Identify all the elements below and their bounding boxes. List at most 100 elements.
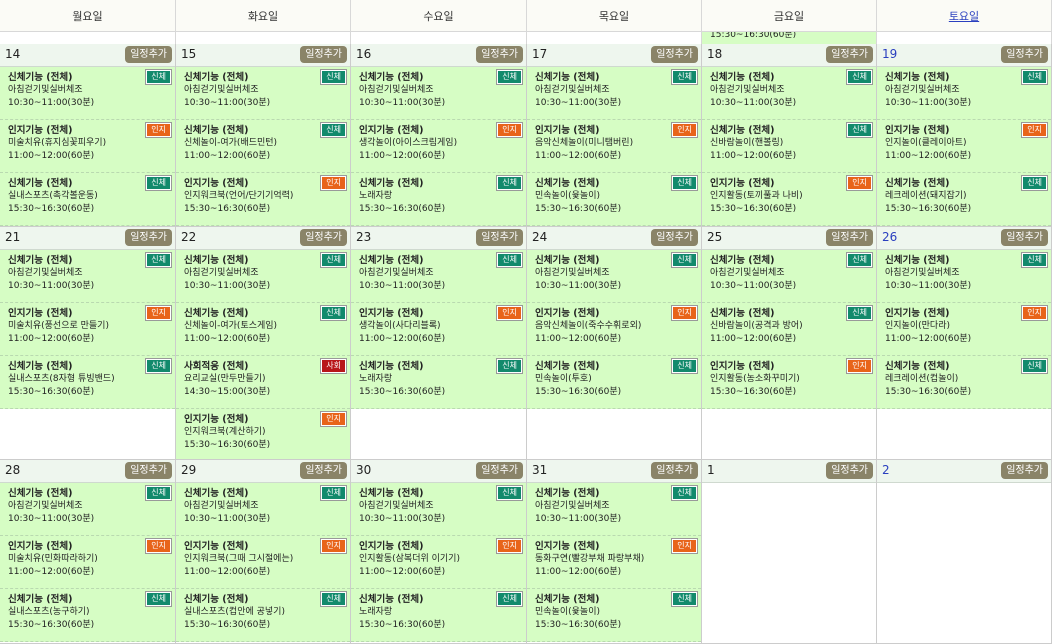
schedule-event[interactable]: 신체기능 (전체) 신체 실내스포츠(8자형 튜빙밴드) 15:30~16:30(60… — [0, 356, 175, 409]
schedule-event[interactable]: 인지기능 (전체) 인지 인지활동(삼복더위 이기기) 11:00~12:00(60분… — [351, 536, 526, 589]
schedule-event[interactable]: 인지기능 (전체) 인지 생각놀이(사다리블록) 11:00~12:00(60분) — [351, 303, 526, 356]
add-schedule-button[interactable]: 일정추가 — [651, 462, 698, 479]
category-badge: 신체 — [496, 252, 523, 268]
category-badge: 인지 — [1021, 305, 1048, 321]
event-program: 음악신체놀이(미니탬버린) — [535, 138, 634, 148]
schedule-event[interactable]: 신체기능 (전체) 신체 신체놀이-여가(토스게임) 11:00~12:00(60분) — [176, 303, 350, 356]
schedule-event[interactable]: 신체기능 (전체) 신체 아침걷기및실버체조 10:30~11:00(30분) — [0, 250, 175, 303]
weekday-5[interactable]: 토요일 — [877, 0, 1052, 31]
schedule-event[interactable]: 신체기능 (전체) 신체 아침걷기및실버체조 10:30~11:00(30분) — [527, 483, 701, 536]
category-badge: 신체 — [671, 252, 698, 268]
schedule-event[interactable]: 신체기능 (전체) 신체 아침걷기및실버체조 10:30~11:00(30분) — [527, 67, 701, 120]
add-schedule-button[interactable]: 일정추가 — [125, 46, 172, 63]
day-cell[interactable]: 1 일정추가 — [702, 460, 877, 644]
add-schedule-button[interactable]: 일정추가 — [1001, 229, 1048, 246]
schedule-event[interactable]: 인지기능 (전체) 인지 인지워크북(그때 그시절에는) 11:00~12:00(60… — [176, 536, 350, 589]
event-program: 미술치유(민화따라하기) — [8, 554, 98, 564]
schedule-event[interactable]: 신체기능 (전체) 신체 아침걷기및실버체조 10:30~11:00(30분) — [877, 67, 1051, 120]
schedule-event[interactable]: 인지기능 (전체) 인지 미술치유(민화따라하기) 11:00~12:00(60분) — [0, 536, 175, 589]
day-cell[interactable]: 19 일정추가 신체기능 (전체) 신체 아침걷기및실버체조 10:30~11:00(30… — [877, 44, 1052, 227]
schedule-event[interactable]: 신체기능 (전체) 신체 레크레이션(돼지잡기) 15:30~16:30(60분) — [877, 173, 1051, 226]
schedule-event[interactable]: 인지기능 (전체) 인지 인지놀이(만다라) 11:00~12:00(60분) — [877, 303, 1051, 356]
schedule-event[interactable]: 신체기능 (전체) 신체 아침걷기및실버체조 10:30~11:00(30분) — [176, 67, 350, 120]
event-program: 인지워크북(계산하기) — [184, 427, 266, 437]
category-badge: 인지 — [145, 305, 172, 321]
schedule-event[interactable]: 신체기능 (전체) 신체 신바람놀이(핸볼링) 11:00~12:00(60분) — [702, 120, 876, 173]
add-schedule-button[interactable]: 일정추가 — [476, 229, 523, 246]
schedule-event[interactable]: 인지기능 (전체) 인지 음악신체놀이(죽수수휘로외) 11:00~12:00(60분… — [527, 303, 701, 356]
schedule-event[interactable]: 신체기능 (전체) 신체 아침걷기및실버체조 10:30~11:00(30분) — [877, 250, 1051, 303]
schedule-event[interactable]: 신체기능 (전체) 신체 아침걷기및실버체조 10:30~11:00(30분) — [176, 483, 350, 536]
day-cell[interactable]: 25 일정추가 신체기능 (전체) 신체 아침걷기및실버체조 10:30~11:00(30… — [702, 227, 877, 460]
schedule-event[interactable]: 신체기능 (전체) 신체 신체놀이-여가(배드민턴) 11:00~12:00(60분) — [176, 120, 350, 173]
add-schedule-button[interactable]: 일정추가 — [1001, 46, 1048, 63]
schedule-event[interactable]: 신체기능 (전체) 신체 아침걷기및실버체조 10:30~11:00(30분) — [351, 250, 526, 303]
schedule-event[interactable]: 신체기능 (전체) 신체 레크레이션(컵놀이) 15:30~16:30(60분) — [877, 356, 1051, 409]
day-cell[interactable]: 29 일정추가 신체기능 (전체) 신체 아침걷기및실버체조 10:30~11:00(30… — [176, 460, 351, 644]
add-schedule-button[interactable]: 일정추가 — [476, 46, 523, 63]
add-schedule-button[interactable]: 일정추가 — [476, 462, 523, 479]
add-schedule-button[interactable]: 일정추가 — [826, 229, 873, 246]
day-cell[interactable]: 16 일정추가 신체기능 (전체) 신체 아침걷기및실버체조 10:30~11:00(30… — [351, 44, 527, 227]
schedule-event[interactable]: 인지기능 (전체) 인지 생각놀이(아이스크림게임) 11:00~12:00(60분) — [351, 120, 526, 173]
schedule-event[interactable]: 신체기능 (전체) 신체 노래자랑 15:30~16:30(60분) — [351, 173, 526, 226]
add-schedule-button[interactable]: 일정추가 — [651, 229, 698, 246]
schedule-event[interactable]: 신체기능 (전체) 신체 아침걷기및실버체조 10:30~11:00(30분) — [0, 483, 175, 536]
day-number: 26 — [882, 230, 898, 244]
schedule-event[interactable]: 인지기능 (전체) 인지 인지워크북(언어/단기기억력) 15:30~16:30(60… — [176, 173, 350, 226]
day-cell[interactable]: 24 일정추가 신체기능 (전체) 신체 아침걷기및실버체조 10:30~11:00(30… — [527, 227, 702, 460]
schedule-event[interactable]: 인지기능 (전체) 인지 인지활동(토끼풀과 나비) 15:30~16:30(60분) — [702, 173, 876, 226]
schedule-event[interactable]: 인지기능 (전체) 인지 미술치유(풍선으로 만들기) 11:00~12:00(60분… — [0, 303, 175, 356]
day-number: 23 — [356, 230, 372, 244]
schedule-event[interactable]: 신체기능 (전체) 신체 아침걷기및실버체조 10:30~11:00(30분) — [702, 250, 876, 303]
schedule-event[interactable]: 신체기능 (전체) 신체 민속놀이(투호) 15:30~16:30(60분) — [527, 356, 701, 409]
category-badge: 신체 — [1021, 69, 1048, 85]
schedule-event[interactable]: 인지기능 (전체) 인지 음악신체놀이(미니탬버린) 11:00~12:00(60분) — [527, 120, 701, 173]
schedule-event[interactable]: 신체기능 (전체) 신체 아침걷기및실버체조 10:30~11:00(30분) — [176, 250, 350, 303]
schedule-event[interactable]: 인지기능 (전체) 인지 인지워크북(계산하기) 15:30~16:30(60분) — [176, 409, 350, 459]
schedule-event[interactable]: 신체기능 (전체) 신체 아침걷기및실버체조 10:30~11:00(30분) — [351, 67, 526, 120]
add-schedule-button[interactable]: 일정추가 — [826, 46, 873, 63]
add-schedule-button[interactable]: 일정추가 — [300, 229, 347, 246]
schedule-event[interactable]: 인지기능 (전체) 인지 동화구연(빨강부채 파랑부채) 11:00~12:00(60… — [527, 536, 701, 589]
add-schedule-button[interactable]: 일정추가 — [1001, 462, 1048, 479]
add-schedule-button[interactable]: 일정추가 — [651, 46, 698, 63]
day-cell[interactable]: 26 일정추가신체기능 (전체) 신체 아침걷기및실버체조 10:30~11:00(30… — [877, 227, 1052, 460]
event-program: 신바람놀이(핸볼링) — [710, 138, 784, 148]
day-cell[interactable]: 17 일정추가신체기능 (전체) 신체 아침걷기및실버체조 10:30~11:00(30… — [527, 44, 702, 227]
day-cell[interactable]: 23 일정추가신체기능 (전체) 신체 아침걷기및실버체조 10:30~11:00(30… — [351, 227, 527, 460]
schedule-event[interactable]: 신체기능 (전체) 신체 아침걷기및실버체조 10:30~11:00(30분) — [351, 483, 526, 536]
day-cell[interactable]: 22 일정추가 신체기능 (전체) 신체 아침걷기및실버체조 10:30~11:00(30… — [176, 227, 351, 460]
schedule-event[interactable]: 신체기능 (전체) 신체 아침걷기및실버체조 10:30~11:00(30분) — [702, 67, 876, 120]
day-cell[interactable]: 30 일정추가 신체기능 (전체) 신체 아침걷기및실버체조 10:30~11:00(30… — [351, 460, 527, 644]
day-number: 31 — [532, 463, 548, 477]
schedule-event[interactable]: 신체기능 (전체) 신체 민속놀이(윷놀이) 15:30~16:30(60분) — [527, 173, 701, 226]
add-schedule-button[interactable]: 일정추가 — [125, 462, 172, 479]
schedule-event[interactable]: 신체기능 (전체) 신체 실내스포츠(컵안에 공넣기) 15:30~16:30(60분… — [176, 589, 350, 642]
schedule-event[interactable]: 인지기능 (전체) 인지 미술치유(휴지심꽃피우기) 11:00~12:00(60분) — [0, 120, 175, 173]
add-schedule-button[interactable]: 일정추가 — [300, 46, 347, 63]
day-cell[interactable]: 21 일정추가 신체기능 (전체) 신체 아침걷기및실버체조 10:30~11:00(30… — [0, 227, 176, 460]
schedule-event[interactable]: 신체기능 (전체) 신체 노래자랑 15:30~16:30(60분) — [351, 356, 526, 409]
schedule-event[interactable]: 인지기능 (전체) 인지 인지활동(농소화꾸미기) 15:30~16:30(60분) — [702, 356, 876, 409]
schedule-event[interactable]: 신체기능 (전체) 신체 민속놀이(윷놀이) 15:30~16:30(60분) — [527, 589, 701, 642]
schedule-event[interactable]: 신체기능 (전체) 신체 실내스포츠(농구하기) 15:30~16:30(60분) — [0, 589, 175, 642]
add-schedule-button[interactable]: 일정추가 — [826, 462, 873, 479]
day-number: 17 — [532, 47, 548, 61]
schedule-event[interactable]: 인지기능 (전체) 인지 인지놀이(클레이아트) 11:00~12:00(60분) — [877, 120, 1051, 173]
day-cell[interactable]: 31 일정추가신체기능 (전체) 신체 아침걷기및실버체조 10:30~11:00(30… — [527, 460, 702, 644]
schedule-event[interactable]: 신체기능 (전체) 신체 아침걷기및실버체조 10:30~11:00(30분) — [527, 250, 701, 303]
day-cell[interactable]: 18 일정추가 신체기능 (전체) 신체 아침걷기및실버체조 10:30~11:00(30… — [702, 44, 877, 227]
schedule-event[interactable]: 신체기능 (전체) 신체 신바람놀이(공격과 방어) 11:00~12:00(60분) — [702, 303, 876, 356]
add-schedule-button[interactable]: 일정추가 — [300, 462, 347, 479]
schedule-event[interactable]: 사회적응 (전체) 사회 요리교실(만두만들기) 14:30~15:00(30분) — [176, 356, 350, 409]
day-cell[interactable]: 15 일정추가 신체기능 (전체) 신체 아침걷기및실버체조 10:30~11:00(30… — [176, 44, 351, 227]
schedule-event[interactable]: 신체기능 (전체) 신체 노래자랑 15:30~16:30(60분) — [351, 589, 526, 642]
event-program: 생각놀이(아이스크림게임) — [359, 138, 458, 148]
day-cell[interactable]: 28 일정추가 신체기능 (전체) 신체 아침걷기및실버체조 10:30~11:00(30… — [0, 460, 176, 644]
day-cell[interactable]: 2 일정추가 — [877, 460, 1052, 644]
day-cell[interactable]: 14 일정추가 신체기능 (전체) 신체 아침걷기및실버체조 10:30~11:00(30… — [0, 44, 176, 227]
schedule-event[interactable]: 신체기능 (전체) 신체 아침걷기및실버체조 10:30~11:00(30분) — [0, 67, 175, 120]
schedule-event[interactable]: 신체기능 (전체) 신체 실내스포츠(촉각볼운동) 15:30~16:30(60분) — [0, 173, 175, 226]
add-schedule-button[interactable]: 일정추가 — [125, 229, 172, 246]
